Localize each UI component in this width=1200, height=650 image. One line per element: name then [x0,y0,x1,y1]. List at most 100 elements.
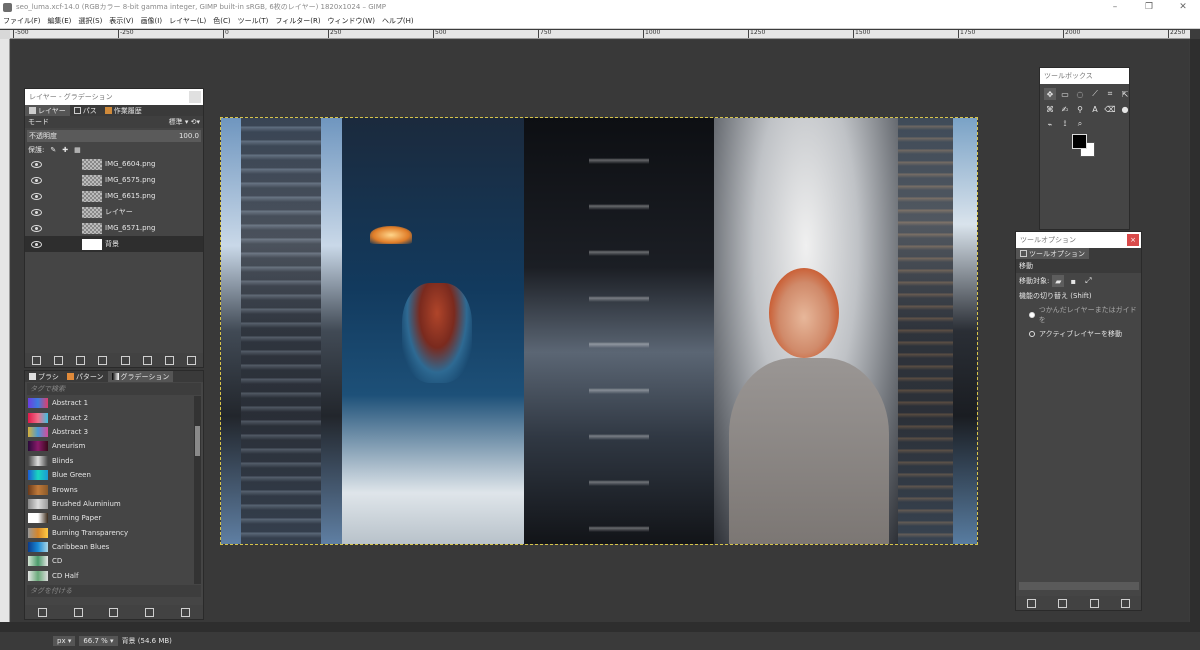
layers-dock-title[interactable]: レイヤー - グラデーション [25,89,203,105]
reset-options-icon[interactable] [1120,598,1130,608]
gradient-item[interactable]: Abstract 2 [25,410,203,424]
path-tool-icon[interactable]: ⌁ [1044,118,1056,130]
dock-close-icon[interactable] [189,91,201,103]
tab-brushes[interactable]: ブラシ [25,371,63,382]
visibility-eye-icon[interactable] [31,160,42,168]
visibility-eye-icon[interactable] [31,192,42,200]
maximize-button[interactable]: ❐ [1132,0,1166,14]
tab-paths[interactable]: パス [70,105,101,116]
menu-edit[interactable]: 編集(E) [48,16,72,26]
tab-layers[interactable]: レイヤー [25,105,70,116]
tab-history[interactable]: 作業履歴 [101,105,146,116]
new-layer-icon[interactable] [31,355,41,365]
tab-tool-options[interactable]: ツールオプション [1016,248,1089,259]
duplicate-gradient-icon[interactable] [109,607,119,617]
tag-assign-input[interactable]: タグを付ける [27,585,201,597]
tab-patterns[interactable]: パターン [63,371,108,382]
menu-help[interactable]: ヘルプ(H) [382,16,414,26]
gradient-item[interactable]: Browns [25,482,203,496]
eraser-tool-icon[interactable]: ⌫ [1104,103,1116,115]
text-tool-icon[interactable]: A [1089,103,1101,115]
layer-row[interactable]: IMG_6604.png [25,156,203,172]
lock-alpha-icon[interactable]: ▦ [74,146,81,154]
layer-row[interactable]: IMG_6571.png [25,220,203,236]
gradient-list[interactable]: Abstract 1 Abstract 2 Abstract 3 Aneurism Bl… [25,396,203,584]
target-layer-icon[interactable]: ▰ [1052,275,1065,287]
target-selection-icon[interactable]: ▪ [1067,275,1079,287]
lock-position-icon[interactable]: ✚ [62,146,68,154]
align-tool-icon[interactable]: ▭ [1059,88,1071,100]
visibility-eye-icon[interactable] [31,176,42,184]
radio-pick-layer[interactable] [1029,312,1035,318]
crop-tool-icon[interactable]: ⌗ [1104,88,1116,100]
delete-gradient-icon[interactable] [145,607,155,617]
gradient-scrollbar[interactable] [194,396,201,584]
gradient-item[interactable]: CD [25,554,203,568]
option-active-layer[interactable]: アクティブレイヤーを移動 [1016,327,1141,341]
vertical-scrollbar[interactable] [1190,39,1200,622]
transform-tool-icon[interactable]: ⇱ [1119,88,1131,100]
gradient-item[interactable]: Brushed Aluminium [25,497,203,511]
radio-active-layer[interactable] [1029,331,1035,337]
horizontal-ruler[interactable]: -500 -250 0 250 500 750 1000 1250 1500 1… [10,30,1190,39]
image-canvas[interactable] [220,117,978,545]
vertical-ruler[interactable] [0,39,10,622]
new-gradient-icon[interactable] [73,607,83,617]
gradient-item[interactable]: CD Half [25,569,203,583]
merge-layer-icon[interactable] [142,355,152,365]
visibility-eye-icon[interactable] [31,224,42,232]
move-tool-icon[interactable]: ✥ [1044,88,1056,100]
unit-select[interactable]: px ▾ [53,636,76,646]
minimize-button[interactable]: – [1098,0,1132,14]
zoom-select[interactable]: 66.7 % ▾ [79,636,118,646]
layer-row-selected[interactable]: 背景 [25,236,203,252]
layer-row[interactable]: レイヤー [25,204,203,220]
menu-filters[interactable]: フィルター(R) [275,16,320,26]
lower-layer-icon[interactable] [98,355,108,365]
smudge-tool-icon[interactable]: ● [1119,103,1131,115]
close-icon[interactable]: × [1127,234,1139,246]
fuzzy-select-icon[interactable]: ⟋ [1089,88,1101,100]
menu-select[interactable]: 選択(S) [78,16,102,26]
layer-row[interactable]: IMG_6575.png [25,172,203,188]
menu-tools[interactable]: ツール(T) [238,16,269,26]
raise-layer-icon[interactable] [76,355,86,365]
menu-image[interactable]: 画像(I) [141,16,163,26]
foreground-color[interactable] [1072,134,1087,149]
menu-windows[interactable]: ウィンドウ(W) [328,16,375,26]
gradient-item[interactable]: Caribbean Blues [25,540,203,554]
gradient-item[interactable]: Burning Transparency [25,526,203,540]
save-options-icon[interactable] [1027,598,1037,608]
gradient-item[interactable]: Aneurism [25,439,203,453]
duplicate-layer-icon[interactable] [120,355,130,365]
paint-tool-icon[interactable]: ✍ [1059,103,1071,115]
horizontal-scrollbar[interactable] [0,622,1200,632]
toolbox-title[interactable]: ツールボックス [1040,68,1129,84]
tool-options-scrollbar[interactable] [1019,582,1139,590]
mode-select[interactable]: 標準 ▾ ⟲▾ [169,117,200,127]
gradient-item[interactable]: Abstract 3 [25,425,203,439]
edit-gradient-icon[interactable] [38,607,48,617]
layer-row[interactable]: IMG_6615.png [25,188,203,204]
option-pick-layer[interactable]: つかんだレイヤーまたはガイドを [1016,303,1141,327]
tab-gradients[interactable]: グラデーション [107,371,174,382]
menu-layer[interactable]: レイヤー(L) [169,16,206,26]
clone-tool-icon[interactable]: ⚲ [1074,103,1086,115]
refresh-gradients-icon[interactable] [180,607,190,617]
tool-options-title[interactable]: ツールオプション × [1016,232,1141,248]
gradient-item[interactable]: Blinds [25,454,203,468]
ruler-corner[interactable] [0,30,10,39]
color-picker-icon[interactable]: ⟟ [1059,118,1071,130]
delete-options-icon[interactable] [1089,598,1099,608]
menu-colors[interactable]: 色(C) [213,16,230,26]
opacity-value[interactable]: 100.0 [179,132,199,140]
delete-layer-icon[interactable] [187,355,197,365]
lasso-tool-icon[interactable]: ◌ [1074,88,1086,100]
target-path-icon[interactable]: ⤢ [1082,275,1094,287]
close-button[interactable]: ✕ [1166,0,1200,14]
gradient-item[interactable]: Blue Green [25,468,203,482]
lock-pixels-icon[interactable]: ✎ [50,146,56,154]
menu-file[interactable]: ファイル(F) [3,16,41,26]
anchor-layer-icon[interactable] [165,355,175,365]
gradient-item[interactable]: Abstract 1 [25,396,203,410]
